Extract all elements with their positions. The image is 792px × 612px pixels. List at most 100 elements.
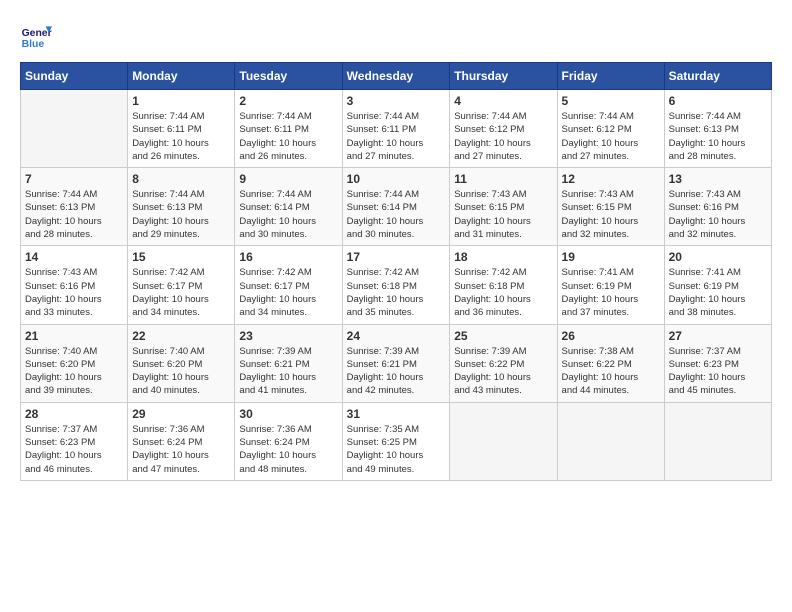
day-info: Sunrise: 7:44 AM Sunset: 6:11 PM Dayligh… — [132, 110, 230, 163]
day-info: Sunrise: 7:39 AM Sunset: 6:21 PM Dayligh… — [347, 345, 446, 398]
day-number: 7 — [25, 172, 123, 186]
day-number: 26 — [562, 329, 660, 343]
day-number: 6 — [669, 94, 767, 108]
day-number: 11 — [454, 172, 552, 186]
day-number: 17 — [347, 250, 446, 264]
day-info: Sunrise: 7:43 AM Sunset: 6:15 PM Dayligh… — [562, 188, 660, 241]
column-header-sunday: Sunday — [21, 63, 128, 90]
day-number: 29 — [132, 407, 230, 421]
day-info: Sunrise: 7:43 AM Sunset: 6:15 PM Dayligh… — [454, 188, 552, 241]
day-info: Sunrise: 7:44 AM Sunset: 6:13 PM Dayligh… — [25, 188, 123, 241]
day-number: 19 — [562, 250, 660, 264]
column-header-wednesday: Wednesday — [342, 63, 450, 90]
day-info: Sunrise: 7:44 AM Sunset: 6:11 PM Dayligh… — [239, 110, 337, 163]
day-number: 15 — [132, 250, 230, 264]
day-number: 22 — [132, 329, 230, 343]
day-info: Sunrise: 7:41 AM Sunset: 6:19 PM Dayligh… — [562, 266, 660, 319]
day-info: Sunrise: 7:42 AM Sunset: 6:18 PM Dayligh… — [347, 266, 446, 319]
day-number: 4 — [454, 94, 552, 108]
day-cell: 23 Sunrise: 7:39 AM Sunset: 6:21 PM Dayli… — [235, 324, 342, 402]
svg-text:Blue: Blue — [22, 39, 45, 50]
day-number: 14 — [25, 250, 123, 264]
day-info: Sunrise: 7:39 AM Sunset: 6:22 PM Dayligh… — [454, 345, 552, 398]
day-number: 25 — [454, 329, 552, 343]
day-cell — [664, 402, 771, 480]
page-header: General Blue — [20, 20, 772, 52]
day-cell: 14 Sunrise: 7:43 AM Sunset: 6:16 PM Dayli… — [21, 246, 128, 324]
day-cell: 20 Sunrise: 7:41 AM Sunset: 6:19 PM Dayli… — [664, 246, 771, 324]
day-cell: 4 Sunrise: 7:44 AM Sunset: 6:12 PM Daylig… — [450, 90, 557, 168]
day-cell: 29 Sunrise: 7:36 AM Sunset: 6:24 PM Dayli… — [128, 402, 235, 480]
day-info: Sunrise: 7:42 AM Sunset: 6:18 PM Dayligh… — [454, 266, 552, 319]
day-info: Sunrise: 7:43 AM Sunset: 6:16 PM Dayligh… — [25, 266, 123, 319]
day-number: 23 — [239, 329, 337, 343]
day-number: 5 — [562, 94, 660, 108]
day-info: Sunrise: 7:44 AM Sunset: 6:11 PM Dayligh… — [347, 110, 446, 163]
day-number: 21 — [25, 329, 123, 343]
day-info: Sunrise: 7:42 AM Sunset: 6:17 PM Dayligh… — [132, 266, 230, 319]
day-info: Sunrise: 7:35 AM Sunset: 6:25 PM Dayligh… — [347, 423, 446, 476]
day-info: Sunrise: 7:39 AM Sunset: 6:21 PM Dayligh… — [239, 345, 337, 398]
day-cell: 30 Sunrise: 7:36 AM Sunset: 6:24 PM Dayli… — [235, 402, 342, 480]
day-number: 28 — [25, 407, 123, 421]
day-cell: 22 Sunrise: 7:40 AM Sunset: 6:20 PM Dayli… — [128, 324, 235, 402]
column-header-thursday: Thursday — [450, 63, 557, 90]
day-number: 8 — [132, 172, 230, 186]
calendar-header: SundayMondayTuesdayWednesdayThursdayFrid… — [21, 63, 772, 90]
day-info: Sunrise: 7:36 AM Sunset: 6:24 PM Dayligh… — [239, 423, 337, 476]
day-number: 3 — [347, 94, 446, 108]
day-cell: 3 Sunrise: 7:44 AM Sunset: 6:11 PM Daylig… — [342, 90, 450, 168]
column-header-friday: Friday — [557, 63, 664, 90]
week-row-2: 7 Sunrise: 7:44 AM Sunset: 6:13 PM Daylig… — [21, 168, 772, 246]
day-cell: 17 Sunrise: 7:42 AM Sunset: 6:18 PM Dayli… — [342, 246, 450, 324]
week-row-3: 14 Sunrise: 7:43 AM Sunset: 6:16 PM Dayli… — [21, 246, 772, 324]
day-cell: 26 Sunrise: 7:38 AM Sunset: 6:22 PM Dayli… — [557, 324, 664, 402]
day-info: Sunrise: 7:36 AM Sunset: 6:24 PM Dayligh… — [132, 423, 230, 476]
day-cell: 10Sunrise: 7:44 AM Sunset: 6:14 PM Dayli… — [342, 168, 450, 246]
day-cell: 7 Sunrise: 7:44 AM Sunset: 6:13 PM Daylig… — [21, 168, 128, 246]
day-cell: 8Sunrise: 7:44 AM Sunset: 6:13 PM Daylig… — [128, 168, 235, 246]
calendar-table: SundayMondayTuesdayWednesdayThursdayFrid… — [20, 62, 772, 481]
day-info: Sunrise: 7:44 AM Sunset: 6:12 PM Dayligh… — [562, 110, 660, 163]
day-cell: 12 Sunrise: 7:43 AM Sunset: 6:15 PM Dayli… — [557, 168, 664, 246]
day-number: 30 — [239, 407, 337, 421]
day-info: Sunrise: 7:42 AM Sunset: 6:17 PM Dayligh… — [239, 266, 337, 319]
column-header-tuesday: Tuesday — [235, 63, 342, 90]
column-header-monday: Monday — [128, 63, 235, 90]
day-cell: 24Sunrise: 7:39 AM Sunset: 6:21 PM Dayli… — [342, 324, 450, 402]
day-cell: 28 Sunrise: 7:37 AM Sunset: 6:23 PM Dayli… — [21, 402, 128, 480]
day-info: Sunrise: 7:41 AM Sunset: 6:19 PM Dayligh… — [669, 266, 767, 319]
day-cell: 6Sunrise: 7:44 AM Sunset: 6:13 PM Daylig… — [664, 90, 771, 168]
day-cell: 2Sunrise: 7:44 AM Sunset: 6:11 PM Daylig… — [235, 90, 342, 168]
day-cell — [450, 402, 557, 480]
day-number: 20 — [669, 250, 767, 264]
day-cell — [21, 90, 128, 168]
day-info: Sunrise: 7:38 AM Sunset: 6:22 PM Dayligh… — [562, 345, 660, 398]
day-info: Sunrise: 7:44 AM Sunset: 6:14 PM Dayligh… — [347, 188, 446, 241]
day-number: 1 — [132, 94, 230, 108]
day-cell: 1 Sunrise: 7:44 AM Sunset: 6:11 PM Daylig… — [128, 90, 235, 168]
day-number: 13 — [669, 172, 767, 186]
day-info: Sunrise: 7:37 AM Sunset: 6:23 PM Dayligh… — [669, 345, 767, 398]
day-cell: 25 Sunrise: 7:39 AM Sunset: 6:22 PM Dayli… — [450, 324, 557, 402]
day-number: 31 — [347, 407, 446, 421]
week-row-1: 1 Sunrise: 7:44 AM Sunset: 6:11 PM Daylig… — [21, 90, 772, 168]
day-number: 12 — [562, 172, 660, 186]
logo: General Blue — [20, 20, 56, 52]
day-number: 27 — [669, 329, 767, 343]
day-number: 18 — [454, 250, 552, 264]
day-number: 9 — [239, 172, 337, 186]
day-number: 16 — [239, 250, 337, 264]
day-info: Sunrise: 7:37 AM Sunset: 6:23 PM Dayligh… — [25, 423, 123, 476]
day-info: Sunrise: 7:40 AM Sunset: 6:20 PM Dayligh… — [25, 345, 123, 398]
day-cell: 11 Sunrise: 7:43 AM Sunset: 6:15 PM Dayli… — [450, 168, 557, 246]
logo-icon: General Blue — [20, 20, 52, 52]
day-info: Sunrise: 7:44 AM Sunset: 6:12 PM Dayligh… — [454, 110, 552, 163]
day-info: Sunrise: 7:43 AM Sunset: 6:16 PM Dayligh… — [669, 188, 767, 241]
day-info: Sunrise: 7:44 AM Sunset: 6:14 PM Dayligh… — [239, 188, 337, 241]
day-info: Sunrise: 7:40 AM Sunset: 6:20 PM Dayligh… — [132, 345, 230, 398]
day-cell: 18 Sunrise: 7:42 AM Sunset: 6:18 PM Dayli… — [450, 246, 557, 324]
day-cell: 19 Sunrise: 7:41 AM Sunset: 6:19 PM Dayli… — [557, 246, 664, 324]
column-header-saturday: Saturday — [664, 63, 771, 90]
day-cell: 31 Sunrise: 7:35 AM Sunset: 6:25 PM Dayli… — [342, 402, 450, 480]
